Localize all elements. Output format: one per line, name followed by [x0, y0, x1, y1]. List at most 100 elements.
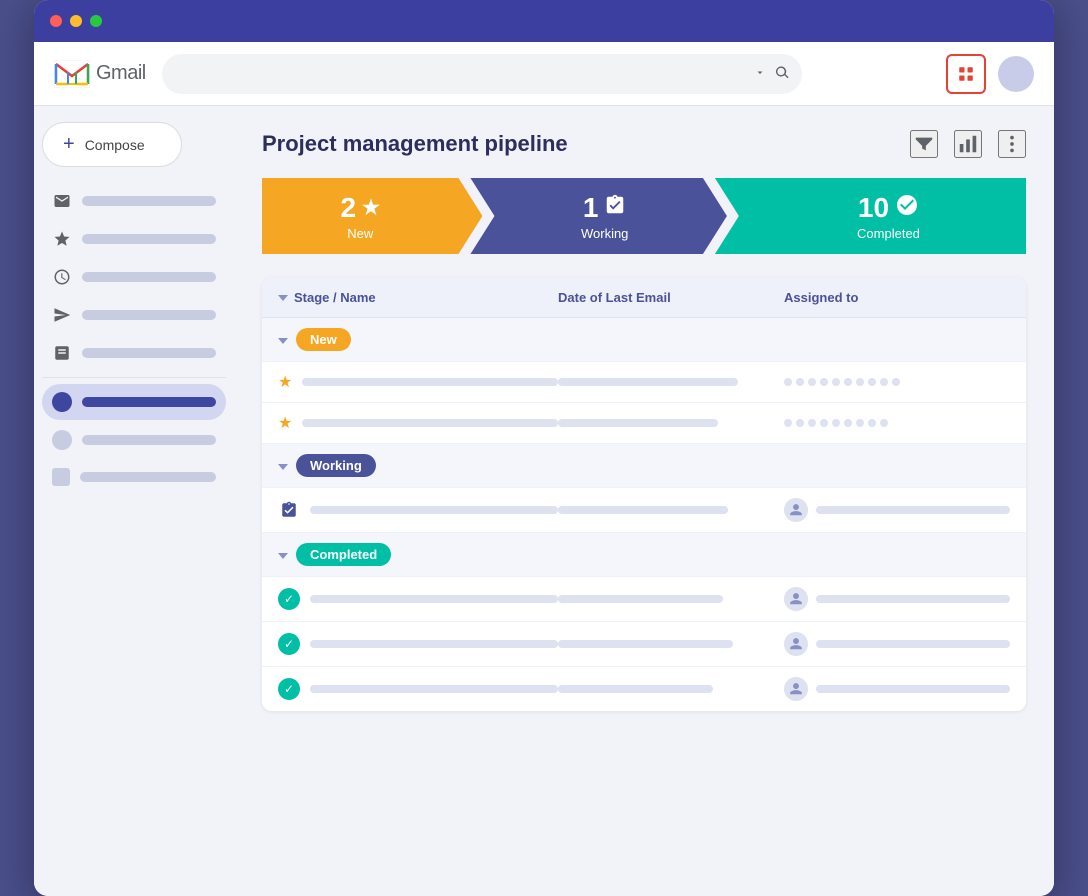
user-avatar-button[interactable]: [998, 56, 1034, 92]
draft-icon: [52, 343, 72, 363]
sidebar-snoozed-label: [82, 272, 216, 282]
compose-label: Compose: [85, 137, 145, 153]
table-row: ✓: [262, 577, 1026, 622]
group-working-expand-button[interactable]: [278, 458, 288, 473]
sidebar-divider: [42, 377, 226, 378]
group-new-label-row: New: [278, 328, 558, 351]
row-name-bar: [310, 595, 558, 603]
group-working-expand-icon: [278, 464, 288, 470]
sidebar-item-second[interactable]: [42, 422, 226, 458]
row-name-cell: ✓: [278, 678, 558, 700]
search-icon: [774, 64, 790, 80]
maximize-dot[interactable]: [90, 15, 102, 27]
grid-view-button[interactable]: [946, 54, 986, 94]
stage-new[interactable]: 2 ★ New: [262, 178, 482, 254]
sidebar-item-snoozed[interactable]: [42, 259, 226, 295]
sidebar-badge-light: [52, 430, 72, 450]
sidebar-item-active[interactable]: [42, 384, 226, 420]
main-layout: + Compose: [34, 106, 1054, 896]
clipboard-small-icon: [280, 501, 298, 519]
sidebar-second-label: [82, 435, 216, 445]
person-icon: [789, 503, 803, 517]
search-dropdown-button[interactable]: [754, 66, 766, 81]
table-row: ★: [262, 403, 1026, 444]
filter-icon: [913, 133, 935, 155]
sidebar-sent-label: [82, 310, 216, 320]
row-assignee-cell: [784, 378, 1010, 386]
group-new-tag[interactable]: New: [296, 328, 351, 351]
row-date-bar: [558, 640, 733, 648]
stage-completed-count: 10: [858, 192, 919, 224]
stage-working-icon: [604, 194, 626, 221]
more-button[interactable]: [998, 130, 1026, 158]
group-working: Working: [262, 444, 1026, 488]
assignee-name-bar: [816, 640, 1010, 648]
clipboard-icon: [604, 194, 626, 216]
page-actions: [910, 130, 1026, 158]
app-window: Gmail: [34, 0, 1054, 896]
group-new-expand-button[interactable]: [278, 332, 288, 347]
stage-completed[interactable]: 10 Completed: [715, 178, 1026, 254]
stage-completed-icon: [895, 193, 919, 223]
stage-working-count: 1: [583, 192, 627, 224]
row-assignee-cell: [784, 587, 1010, 611]
group-completed-expand-button[interactable]: [278, 547, 288, 562]
sidebar-item-sent[interactable]: [42, 297, 226, 333]
page-header: Project management pipeline: [262, 130, 1026, 158]
stage-working[interactable]: 1 Working: [470, 178, 726, 254]
col-header-assigned[interactable]: Assigned to: [784, 290, 1010, 305]
group-completed-tag[interactable]: Completed: [296, 543, 391, 566]
check-circle-icon: ✓: [278, 678, 300, 700]
row-name-bar: [310, 685, 558, 693]
sidebar: + Compose: [34, 106, 234, 896]
chart-icon: [957, 133, 979, 155]
content-area: Project management pipeline: [234, 106, 1054, 896]
table-row: ★: [262, 362, 1026, 403]
gmail-header: Gmail: [34, 42, 1054, 106]
clock-icon: [52, 267, 72, 287]
row-date-cell: [558, 640, 784, 648]
person-icon: [789, 682, 803, 696]
sidebar-item-starred[interactable]: [42, 221, 226, 257]
check-circle-icon: ✓: [278, 633, 300, 655]
row-date-cell: [558, 506, 784, 514]
row-name-bar: [310, 640, 558, 648]
group-working-tag[interactable]: Working: [296, 454, 376, 477]
inbox-icon: [52, 191, 72, 211]
col-header-stage-name[interactable]: Stage / Name: [278, 290, 558, 305]
row-date-bar: [558, 506, 728, 514]
table-row: ✓: [262, 622, 1026, 667]
row-date-bar: [558, 419, 718, 427]
row-name-cell: ★: [278, 372, 558, 392]
compose-button[interactable]: + Compose: [42, 122, 182, 167]
search-button[interactable]: [774, 64, 790, 83]
row-date-cell: [558, 419, 784, 427]
table-row: [262, 488, 1026, 533]
stage-working-name: Working: [581, 226, 628, 241]
col-header-date[interactable]: Date of Last Email: [558, 290, 784, 305]
sidebar-nav: [42, 183, 226, 494]
row-name-cell: ✓: [278, 588, 558, 610]
minimize-dot[interactable]: [70, 15, 82, 27]
assignee-avatar: [784, 677, 808, 701]
search-input[interactable]: [162, 54, 802, 94]
group-completed: Completed: [262, 533, 1026, 577]
person-icon: [789, 637, 803, 651]
close-dot[interactable]: [50, 15, 62, 27]
sidebar-item-inbox[interactable]: [42, 183, 226, 219]
sidebar-active-label: [82, 397, 216, 407]
pipeline-stages: 2 ★ New 1 Working: [262, 178, 1026, 254]
filter-button[interactable]: [910, 130, 938, 158]
row-date-cell: [558, 685, 784, 693]
assignee-avatar: [784, 632, 808, 656]
sidebar-item-drafts[interactable]: [42, 335, 226, 371]
sidebar-badge-active: [52, 392, 72, 412]
more-icon: [1001, 133, 1023, 155]
chart-button[interactable]: [954, 130, 982, 158]
row-date-cell: [558, 595, 784, 603]
sidebar-starred-label: [82, 234, 216, 244]
stage-new-icon: ★: [362, 195, 380, 220]
stage-new-name: New: [347, 226, 373, 241]
row-date-bar: [558, 378, 738, 386]
sidebar-item-square[interactable]: [42, 460, 226, 494]
